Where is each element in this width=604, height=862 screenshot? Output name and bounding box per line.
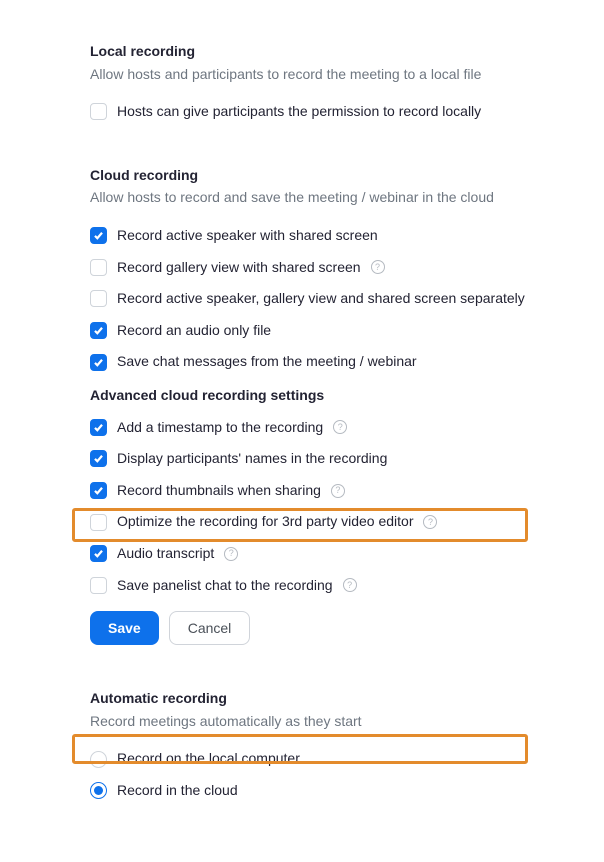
auto-option-record-in-the-cloud: Record in the cloud bbox=[90, 781, 554, 801]
local-recording-title: Local recording bbox=[90, 42, 554, 62]
cloud-adv-checkbox-record-thumbnails-when-sharing[interactable] bbox=[90, 482, 107, 499]
cloud-adv-label-audio-transcript: Audio transcript bbox=[117, 544, 214, 564]
help-icon[interactable]: ? bbox=[343, 578, 357, 592]
automatic-recording-section: Automatic recording Record meetings auto… bbox=[90, 689, 554, 800]
cloud-label-record-active-speaker-with-shared-screen: Record active speaker with shared screen bbox=[117, 226, 378, 246]
automatic-recording-title: Automatic recording bbox=[90, 689, 554, 709]
help-icon[interactable]: ? bbox=[333, 420, 347, 434]
auto-label-record-in-the-cloud: Record in the cloud bbox=[117, 781, 238, 801]
cloud-checkbox-record-gallery-view-with-shared-screen[interactable] bbox=[90, 259, 107, 276]
cloud-adv-label-record-thumbnails-when-sharing: Record thumbnails when sharing bbox=[117, 481, 321, 501]
automatic-recording-desc: Record meetings automatically as they st… bbox=[90, 712, 554, 732]
cloud-adv-option-display-participants-names-in-the-recording: Display participants' names in the recor… bbox=[90, 449, 554, 469]
local-recording-desc: Allow hosts and participants to record t… bbox=[90, 65, 554, 85]
cloud-checkbox-record-active-speaker-gallery-view-and-shared-screen-separately[interactable] bbox=[90, 290, 107, 307]
auto-label-record-on-the-local-computer: Record on the local computer bbox=[117, 749, 300, 769]
cloud-recording-title: Cloud recording bbox=[90, 166, 554, 186]
save-button[interactable]: Save bbox=[90, 611, 159, 645]
cloud-adv-label-save-panelist-chat-to-the-recording: Save panelist chat to the recording bbox=[117, 576, 333, 596]
cloud-checkbox-record-an-audio-only-file[interactable] bbox=[90, 322, 107, 339]
cloud-checkbox-save-chat-messages-from-the-meeting-webinar[interactable] bbox=[90, 354, 107, 371]
cloud-option-record-gallery-view-with-shared-screen: Record gallery view with shared screen? bbox=[90, 258, 554, 278]
cloud-adv-label-optimize-the-recording-for-3rd-party-video-editor: Optimize the recording for 3rd party vid… bbox=[117, 512, 413, 532]
cloud-adv-option-add-a-timestamp-to-the-recording: Add a timestamp to the recording? bbox=[90, 418, 554, 438]
cloud-adv-checkbox-audio-transcript[interactable] bbox=[90, 545, 107, 562]
help-icon[interactable]: ? bbox=[331, 484, 345, 498]
help-icon[interactable]: ? bbox=[423, 515, 437, 529]
local-checkbox-hosts-can-give-participants-the-permission-to-record-locally[interactable] bbox=[90, 103, 107, 120]
cloud-option-record-active-speaker-with-shared-screen: Record active speaker with shared screen bbox=[90, 226, 554, 246]
cloud-label-record-gallery-view-with-shared-screen: Record gallery view with shared screen bbox=[117, 258, 361, 278]
local-label-hosts-can-give-participants-the-permission-to-record-locally: Hosts can give participants the permissi… bbox=[117, 102, 481, 122]
cloud-option-record-active-speaker-gallery-view-and-shared-screen-separately: Record active speaker, gallery view and … bbox=[90, 289, 554, 309]
auto-radio-record-in-the-cloud[interactable] bbox=[90, 782, 107, 799]
settings-page: Local recording Allow hosts and particip… bbox=[0, 0, 604, 862]
cloud-option-record-an-audio-only-file: Record an audio only file bbox=[90, 321, 554, 341]
cloud-label-record-an-audio-only-file: Record an audio only file bbox=[117, 321, 271, 341]
cloud-adv-checkbox-optimize-the-recording-for-3rd-party-video-editor[interactable] bbox=[90, 514, 107, 531]
help-icon[interactable]: ? bbox=[224, 547, 238, 561]
cloud-label-save-chat-messages-from-the-meeting-webinar: Save chat messages from the meeting / we… bbox=[117, 352, 417, 372]
local-option-hosts-can-give-participants-the-permission-to-record-locally: Hosts can give participants the permissi… bbox=[90, 102, 554, 122]
cloud-label-record-active-speaker-gallery-view-and-shared-screen-separately: Record active speaker, gallery view and … bbox=[117, 289, 525, 309]
advanced-cloud-title: Advanced cloud recording settings bbox=[90, 386, 554, 406]
cancel-button[interactable]: Cancel bbox=[169, 611, 251, 645]
cloud-adv-checkbox-display-participants-names-in-the-recording[interactable] bbox=[90, 450, 107, 467]
auto-radio-record-on-the-local-computer[interactable] bbox=[90, 751, 107, 768]
cloud-adv-checkbox-save-panelist-chat-to-the-recording[interactable] bbox=[90, 577, 107, 594]
local-recording-section: Local recording Allow hosts and particip… bbox=[90, 42, 554, 122]
cloud-recording-desc: Allow hosts to record and save the meeti… bbox=[90, 188, 554, 208]
cloud-adv-label-display-participants-names-in-the-recording: Display participants' names in the recor… bbox=[117, 449, 387, 469]
cloud-checkbox-record-active-speaker-with-shared-screen[interactable] bbox=[90, 227, 107, 244]
cloud-option-save-chat-messages-from-the-meeting-webinar: Save chat messages from the meeting / we… bbox=[90, 352, 554, 372]
cloud-recording-actions: Save Cancel bbox=[90, 611, 554, 645]
cloud-adv-option-save-panelist-chat-to-the-recording: Save panelist chat to the recording? bbox=[90, 576, 554, 596]
cloud-adv-option-audio-transcript: Audio transcript? bbox=[90, 544, 554, 564]
cloud-adv-label-add-a-timestamp-to-the-recording: Add a timestamp to the recording bbox=[117, 418, 323, 438]
cloud-adv-option-record-thumbnails-when-sharing: Record thumbnails when sharing? bbox=[90, 481, 554, 501]
cloud-adv-checkbox-add-a-timestamp-to-the-recording[interactable] bbox=[90, 419, 107, 436]
cloud-recording-section: Cloud recording Allow hosts to record an… bbox=[90, 166, 554, 645]
help-icon[interactable]: ? bbox=[371, 260, 385, 274]
cloud-adv-option-optimize-the-recording-for-3rd-party-video-editor: Optimize the recording for 3rd party vid… bbox=[90, 512, 554, 532]
auto-option-record-on-the-local-computer: Record on the local computer bbox=[90, 749, 554, 769]
